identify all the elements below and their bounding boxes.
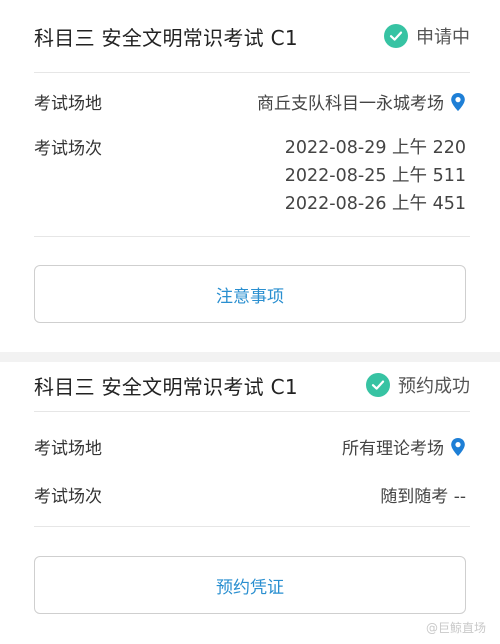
watermark-text: @巨鲸直场 xyxy=(425,621,486,635)
status-text: 预约成功 xyxy=(398,376,470,397)
session-value: 随到随考 -- xyxy=(380,487,466,507)
status-text: 申请中 xyxy=(416,27,470,48)
location-pin-icon[interactable] xyxy=(450,437,466,457)
exam-title: 科目三 安全文明常识考试 C1 xyxy=(34,374,298,399)
venue-row: 考试场地 商丘支队科目一永城考场 xyxy=(34,89,466,114)
location-pin-icon[interactable] xyxy=(450,92,466,112)
session-row: 考试场次 2022-08-29 上午 220 2022-08-25 上午 511… xyxy=(34,134,466,218)
check-circle-icon xyxy=(384,24,408,48)
card-header: 科目三 安全文明常识考试 C1 申请中 xyxy=(34,0,470,72)
session-label: 考试场次 xyxy=(34,487,102,507)
venue-text: 商丘支队科目一永城考场 xyxy=(257,94,444,114)
exam-card-1: 科目三 安全文明常识考试 C1 申请中 考试场地 商丘支队科目一永城考场 考试场… xyxy=(0,0,500,352)
session-list: 2022-08-29 上午 220 2022-08-25 上午 511 2022… xyxy=(285,134,466,218)
divider xyxy=(34,72,470,73)
venue-text: 所有理论考场 xyxy=(342,439,444,459)
watermark: @巨鲸直场 xyxy=(426,619,486,636)
divider xyxy=(34,411,470,412)
check-circle-icon xyxy=(366,373,390,397)
exam-card-2: 科目三 安全文明常识考试 C1 预约成功 考试场地 所有理论考场 考试场次 随到… xyxy=(0,362,500,644)
card-header: 科目三 安全文明常识考试 C1 预约成功 xyxy=(34,362,470,408)
venue-value: 所有理论考场 xyxy=(342,434,466,459)
status-badge: 预约成功 xyxy=(366,372,470,398)
notice-button[interactable]: 注意事项 xyxy=(34,265,466,323)
session-time: 2022-08-25 上午 511 xyxy=(284,166,466,186)
appointment-voucher-button[interactable]: 预约凭证 xyxy=(34,556,466,614)
status-badge: 申请中 xyxy=(384,23,470,49)
session-row: 考试场次 随到随考 -- xyxy=(34,482,466,507)
exam-title: 科目三 安全文明常识考试 C1 xyxy=(34,25,298,50)
venue-value: 商丘支队科目一永城考场 xyxy=(257,89,466,114)
venue-label: 考试场地 xyxy=(34,94,102,114)
divider xyxy=(34,236,470,237)
divider xyxy=(34,526,470,527)
venue-row: 考试场地 所有理论考场 xyxy=(34,434,466,459)
session-label: 考试场次 xyxy=(34,139,102,159)
session-time: 2022-08-29 上午 220 xyxy=(284,138,466,158)
session-time: 2022-08-26 上午 451 xyxy=(284,194,466,214)
venue-label: 考试场地 xyxy=(34,439,102,459)
